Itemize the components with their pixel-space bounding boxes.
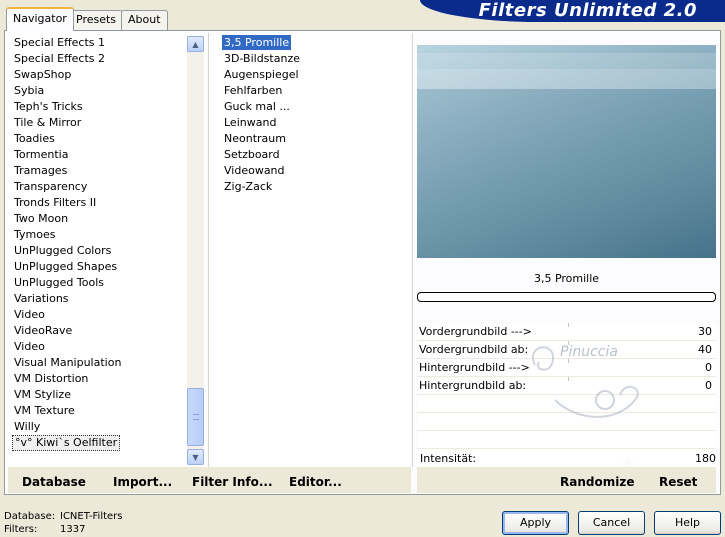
list-item[interactable]: 3D-Bildstanze xyxy=(222,51,302,66)
category-list[interactable]: Special Effects 1 Special Effects 2 Swap… xyxy=(8,33,206,467)
intensity-slider-thumb[interactable] xyxy=(621,456,635,465)
preview-image xyxy=(417,45,716,258)
param-row xyxy=(417,431,716,449)
list-item-selected[interactable]: °v° Kiwi`s Oelfilter xyxy=(12,435,121,451)
category-scrollbar[interactable]: ▲ ▼ xyxy=(187,36,204,465)
editor-label: Editor... xyxy=(289,475,342,489)
help-button[interactable]: Help xyxy=(654,511,721,535)
param-row[interactable]: Vordergrundbild ---> 30 xyxy=(417,323,716,341)
list-item[interactable]: UnPlugged Tools xyxy=(12,275,106,291)
chevron-up-icon: ▲ xyxy=(192,39,199,49)
tab-navigator[interactable]: Navigator xyxy=(6,7,74,31)
scroll-up-button[interactable]: ▲ xyxy=(187,36,204,52)
database-button[interactable]: Database xyxy=(22,475,86,489)
preview-band xyxy=(417,69,716,89)
list-item[interactable]: UnPlugged Shapes xyxy=(12,259,119,275)
pane-divider xyxy=(412,33,413,467)
filter-info-label: Filter Info... xyxy=(192,475,273,489)
tab-about[interactable]: About xyxy=(121,10,168,30)
filters-footer-value: 1337 xyxy=(60,524,86,535)
list-item[interactable]: Tronds Filters II xyxy=(12,195,98,211)
list-item[interactable]: Fehlfarben xyxy=(222,83,284,98)
list-item[interactable]: Zig-Zack xyxy=(222,179,274,194)
param-label: Hintergrundbild ab: xyxy=(419,379,527,392)
list-item[interactable]: Special Effects 1 xyxy=(12,35,107,51)
watermark-text: Pinuccia xyxy=(560,344,618,360)
reset-label: Reset xyxy=(659,475,698,489)
list-item[interactable]: Willy xyxy=(12,419,42,435)
filter-list[interactable]: 3,5 Promille 3D-Bildstanze Augenspiegel … xyxy=(214,33,410,467)
list-item[interactable]: Setzboard xyxy=(222,147,282,162)
randomize-button[interactable]: Randomize xyxy=(560,475,634,489)
list-item[interactable]: Transparency xyxy=(12,179,89,195)
filter-info-button[interactable]: Filter Info... xyxy=(192,475,273,489)
param-value: 0 xyxy=(705,379,712,392)
cancel-button[interactable]: Cancel xyxy=(578,511,645,535)
list-item[interactable]: Videowand xyxy=(222,163,287,178)
preview-gradient xyxy=(417,89,716,258)
param-label: Vordergrundbild ---> xyxy=(419,325,532,338)
reset-button[interactable]: Reset xyxy=(659,475,697,489)
tab-presets[interactable]: Presets xyxy=(69,10,124,30)
import-button[interactable]: Import... xyxy=(113,475,172,489)
intensity-value: 180 xyxy=(695,452,716,465)
progress-bar xyxy=(417,292,716,302)
list-item[interactable]: Tramages xyxy=(12,163,69,179)
list-item[interactable]: Guck mal ... xyxy=(222,99,292,114)
pane-divider xyxy=(208,33,209,467)
apply-button[interactable]: Apply xyxy=(502,511,569,535)
scroll-down-button[interactable]: ▼ xyxy=(187,449,204,465)
import-label: Import... xyxy=(113,475,173,489)
list-item[interactable]: Two Moon xyxy=(12,211,70,227)
list-item[interactable]: Video xyxy=(12,339,47,355)
filters-footer-label: Filters: xyxy=(4,524,38,535)
list-item[interactable]: Teph's Tricks xyxy=(12,99,85,115)
editor-button[interactable]: Editor... xyxy=(289,475,342,489)
preview-filter-name: 3,5 Promille xyxy=(533,272,600,285)
list-item[interactable]: SwapShop xyxy=(12,67,73,83)
intensity-label: Intensität: xyxy=(420,452,477,465)
scroll-grip-icon xyxy=(193,414,199,420)
list-item[interactable]: Tile & Mirror xyxy=(12,115,83,131)
list-item[interactable]: Tymoes xyxy=(12,227,57,243)
param-value: 40 xyxy=(698,343,712,356)
param-value: 30 xyxy=(698,325,712,338)
param-value: 0 xyxy=(705,361,712,374)
list-item[interactable]: Tormentia xyxy=(12,147,70,163)
list-item[interactable]: VM Texture xyxy=(12,403,77,419)
list-item[interactable]: VM Stylize xyxy=(12,387,73,403)
database-footer-value: ICNET-Filters xyxy=(60,511,123,522)
slider-tick xyxy=(568,323,569,327)
randomize-label: Randomize xyxy=(560,475,635,489)
preview-band xyxy=(417,53,716,69)
list-item[interactable]: Visual Manipulation xyxy=(12,355,123,371)
list-item[interactable]: VM Distortion xyxy=(12,371,90,387)
list-item[interactable]: Leinwand xyxy=(222,115,278,130)
list-item-selected[interactable]: 3,5 Promille xyxy=(222,35,292,50)
app-title: Filters Unlimited 2.0 xyxy=(478,0,697,21)
param-label: Hintergrundbild ---> xyxy=(419,361,530,374)
chevron-down-icon: ▼ xyxy=(192,452,199,462)
list-item[interactable]: Augenspiegel xyxy=(222,67,301,82)
list-item[interactable]: VideoRave xyxy=(12,323,74,339)
param-label: Vordergrundbild ab: xyxy=(419,343,529,356)
list-item[interactable]: UnPlugged Colors xyxy=(12,243,113,259)
database-footer-label: Database: xyxy=(4,511,56,522)
list-item[interactable]: Neontraum xyxy=(222,131,288,146)
list-item[interactable]: Toadies xyxy=(12,131,57,147)
list-item[interactable]: Variations xyxy=(12,291,71,307)
list-item[interactable]: Video xyxy=(12,307,47,323)
database-label: Database xyxy=(22,475,86,489)
list-item[interactable]: Sybia xyxy=(12,83,46,99)
list-item[interactable]: Special Effects 2 xyxy=(12,51,107,67)
scroll-thumb[interactable] xyxy=(187,388,204,446)
